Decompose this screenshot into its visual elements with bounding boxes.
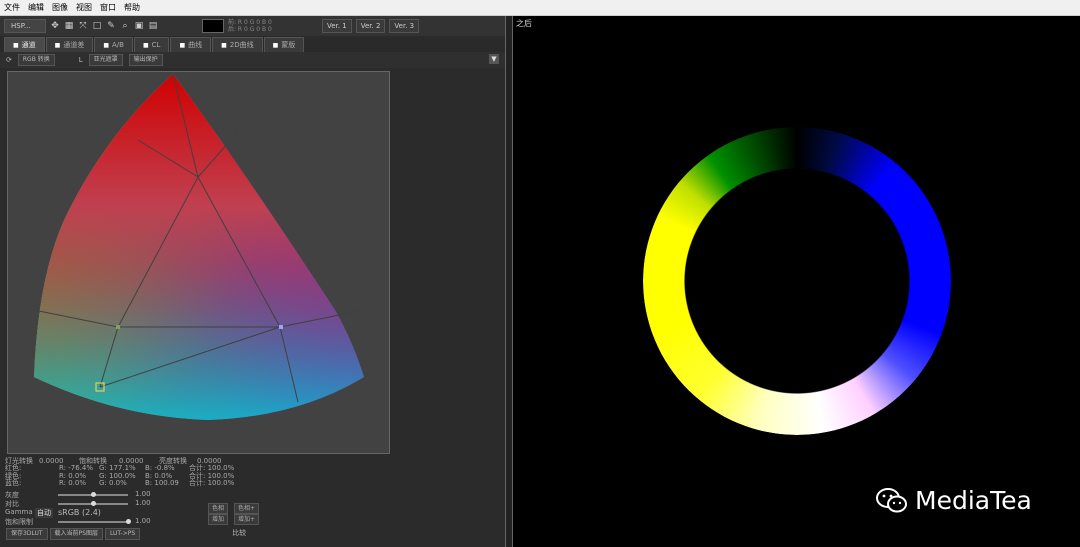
panel-divider[interactable] <box>505 16 513 547</box>
version-2-button[interactable]: Ver. 2 <box>355 19 386 33</box>
bottom-bar: 保存3DLUT 载入当前PS图层 LUT->PS 比较 <box>0 528 505 540</box>
select-icon[interactable]: □ <box>92 21 102 31</box>
transform-icon[interactable]: ⤧ <box>78 21 88 31</box>
lut-to-ps-button[interactable]: LUT->PS <box>104 528 141 540</box>
wechat-icon <box>876 487 907 512</box>
tab-channel[interactable]: ■ 通道 <box>4 37 45 52</box>
collapse-icon[interactable]: ▼ <box>489 54 499 64</box>
saturation-limit-label: 饱和限制 <box>5 518 33 526</box>
saturation-limit-track[interactable] <box>58 521 128 523</box>
stat-cell: 合计: 100.0% <box>189 479 235 488</box>
tab-cl[interactable]: ■ CL <box>133 37 170 52</box>
menu-edit[interactable]: 编辑 <box>24 2 48 13</box>
menu-bar: 文件 编辑 图像 视图 窗口 帮助 <box>0 0 1080 16</box>
layout-icon[interactable]: ▤ <box>148 21 158 31</box>
version-3-button[interactable]: Ver. 3 <box>389 19 420 33</box>
picker-icon[interactable]: ✎ <box>106 21 116 31</box>
menu-image[interactable]: 图像 <box>48 2 72 13</box>
watermark-text: MediaTea <box>915 486 1032 515</box>
tab-dot-icon: ■ <box>179 41 186 49</box>
mode-select[interactable]: HSP... <box>4 19 46 33</box>
stat-cell: 蓝色: <box>5 479 22 488</box>
stat-cell: G: 0.0% <box>99 479 127 488</box>
editor-panel: HSP... ✥ ▦ ⤧ □ ✎ ⌕ ▣ ▤ 前: R 0 G 0 B 0 后:… <box>0 16 505 547</box>
version-1-button[interactable]: Ver. 1 <box>322 19 352 33</box>
contrast-slider-value: 1.00 <box>135 499 151 507</box>
preview-panel: 之后 MediaTea <box>513 16 1080 547</box>
save-3dlut-button[interactable]: 保存3DLUT <box>6 528 48 540</box>
tab-bar: ■ 通道 ■ 通道差 ■ A/B ■ CL ■ 曲线 ■ 2D曲线 ■ 蒙版 <box>0 36 505 52</box>
readout-before: 前: R 0 G 0 B 0 <box>228 19 272 26</box>
stat-cell: R: 0.0% <box>59 479 87 488</box>
gamut-area <box>34 74 364 420</box>
compare-toggle[interactable]: 比较 <box>232 528 246 540</box>
watermark: MediaTea <box>875 486 1032 515</box>
blue-control-point[interactable] <box>279 325 283 329</box>
reset-icon[interactable]: ⟳ <box>6 56 12 64</box>
saturation-limit-knob[interactable] <box>125 519 131 524</box>
triangle-svg <box>33 73 365 420</box>
color-readout: 前: R 0 G 0 B 0 后: R 0 G 0 B 0 <box>228 19 318 33</box>
saturation-limit-value: 1.00 <box>135 517 151 525</box>
add-plus-button[interactable]: 增加+ <box>234 514 260 525</box>
tab-label: 通道 <box>21 41 36 49</box>
gray-slider-knob[interactable] <box>90 492 96 497</box>
add-button[interactable]: 增加 <box>208 514 229 525</box>
tab-ab[interactable]: ■ A/B <box>94 37 133 52</box>
tab-2d-curves[interactable]: ■ 2D曲线 <box>212 37 263 52</box>
contrast-slider-knob[interactable] <box>90 501 96 506</box>
menu-help[interactable]: 帮助 <box>120 2 144 13</box>
tab-dot-icon: ■ <box>221 41 227 49</box>
tab-channel-diff[interactable]: ■ 通道差 <box>45 37 94 52</box>
l-label: L <box>78 56 83 64</box>
move-icon[interactable]: ✥ <box>50 21 60 31</box>
green-control-point[interactable] <box>116 325 120 329</box>
tab-label: 曲线 <box>188 41 203 49</box>
tab-dot-icon: ■ <box>272 41 279 49</box>
color-ring <box>643 127 951 435</box>
tab-label: 2D曲线 <box>229 41 254 49</box>
color-ring-preview <box>643 127 951 435</box>
menu-window[interactable]: 窗口 <box>96 2 120 13</box>
color-triangle-canvas[interactable] <box>7 71 390 454</box>
gray-slider-value: 1.00 <box>135 490 151 498</box>
menu-view[interactable]: 视图 <box>72 2 96 13</box>
fit-icon[interactable]: ▣ <box>134 21 144 31</box>
hue-button[interactable]: 色相 <box>208 503 229 514</box>
readout-after: 后: R 0 G 0 B 0 <box>228 26 272 33</box>
sub-toolbar: ⟳ RGB 转换 L 亚光遮罩 输出保护 ▼ <box>0 52 505 68</box>
menu-file[interactable]: 文件 <box>0 2 24 13</box>
load-ps-layer-button[interactable]: 载入当前PS图层 <box>49 528 103 540</box>
grid-icon[interactable]: ▦ <box>64 21 74 31</box>
tab-dot-icon: ■ <box>142 41 149 49</box>
preview-title: 之后 <box>516 19 532 28</box>
tab-dot-icon: ■ <box>103 41 110 49</box>
toolbar: HSP... ✥ ▦ ⤧ □ ✎ ⌕ ▣ ▤ 前: R 0 G 0 B 0 后:… <box>0 16 505 36</box>
tab-label: CL <box>151 41 161 49</box>
gamma-value: sRGB (2.4) <box>58 508 101 517</box>
gamma-label: Gamma <box>5 508 33 516</box>
tab-label: 蒙版 <box>281 41 296 49</box>
tab-mask[interactable]: ■ 蒙版 <box>263 37 305 52</box>
color-space-select[interactable]: RGB 转换 <box>17 54 55 66</box>
zoom-icon[interactable]: ⌕ <box>120 21 130 31</box>
stat-cell: B: 100.09 <box>145 479 179 488</box>
l-mode-select[interactable]: 亚光遮罩 <box>88 54 123 66</box>
hue-plus-button[interactable]: 色相+ <box>234 503 260 514</box>
tab-dot-icon: ■ <box>13 41 19 49</box>
stats-panel: 灯光转换 0.0000 饱和转换 0.0000 亮度转换 0.0000 红色: … <box>5 457 235 488</box>
stat-row-blue: 蓝色: R: 0.0% G: 0.0% B: 100.09 合计: 100.0% <box>5 479 235 488</box>
gamma-auto-toggle[interactable]: 自动 <box>35 508 53 518</box>
color-swatch <box>202 19 224 33</box>
tab-curves[interactable]: ■ 曲线 <box>170 37 212 52</box>
tab-label: 通道差 <box>63 41 85 49</box>
output-protect-button[interactable]: 输出保护 <box>128 54 163 66</box>
tab-label: A/B <box>112 41 124 49</box>
tab-dot-icon: ■ <box>54 41 61 49</box>
